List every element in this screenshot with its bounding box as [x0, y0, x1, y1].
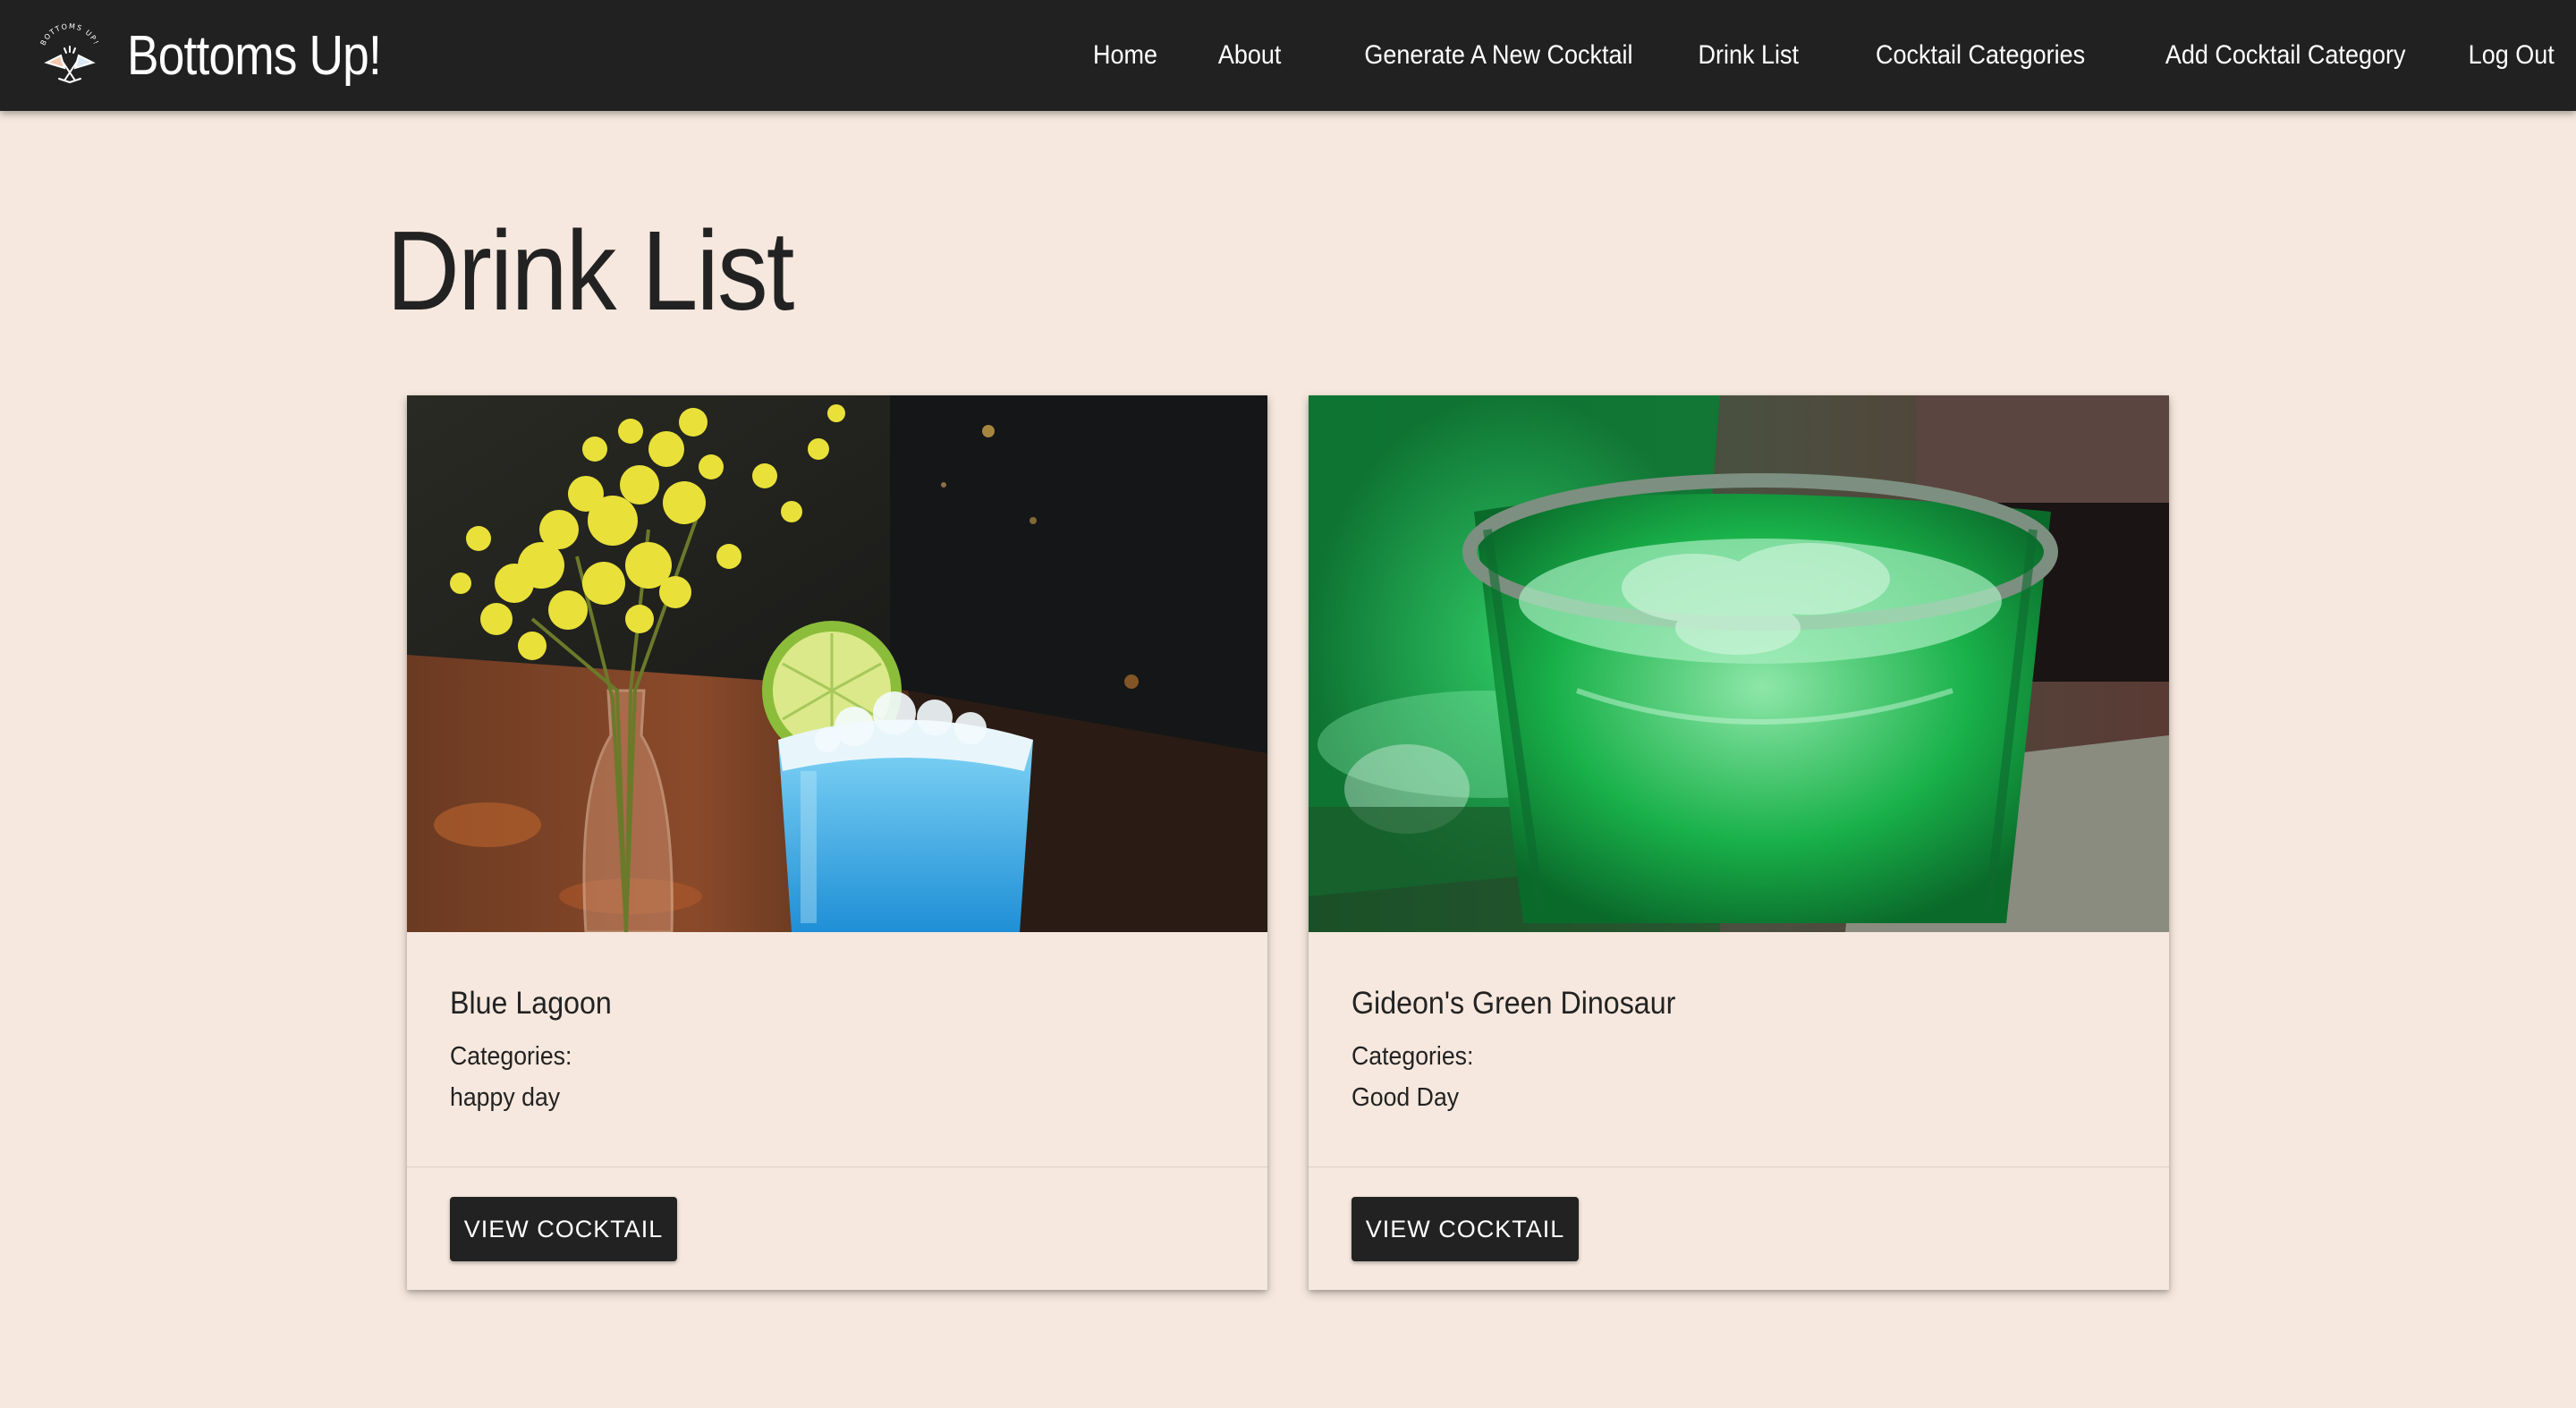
nav-log-out[interactable]: Log Out	[2469, 40, 2555, 71]
brand[interactable]: BOTTOMS UP! Bottoms Up!	[30, 11, 422, 100]
nav-about[interactable]: About	[1218, 40, 1282, 71]
categories-label: Categories:	[450, 1042, 572, 1071]
cocktail-image	[1309, 395, 2169, 932]
view-cocktail-button[interactable]: VIEW COCKTAIL	[450, 1197, 677, 1261]
brand-title[interactable]: Bottoms Up!	[127, 24, 382, 88]
view-cocktail-button[interactable]: VIEW COCKTAIL	[1352, 1197, 1579, 1261]
nav-add-cocktail-category[interactable]: Add Cocktail Category	[2165, 40, 2406, 71]
card-divider	[1309, 1166, 2169, 1167]
card-content: Gideon's Green Dinosaur Categories: Good…	[1352, 986, 2126, 1118]
card-divider	[407, 1166, 1267, 1167]
cocktail-card: Blue Lagoon Categories: happy day VIEW C…	[407, 395, 1267, 1290]
page-title: Drink List	[386, 208, 794, 334]
category-item: happy day	[450, 1083, 561, 1112]
svg-text:BOTTOMS UP!: BOTTOMS UP!	[39, 22, 101, 47]
nav-generate-cocktail[interactable]: Generate A New Cocktail	[1364, 40, 1632, 71]
categories-label: Categories:	[1352, 1042, 1474, 1071]
logo-icon: BOTTOMS UP!	[39, 22, 101, 83]
nav-cocktail-categories[interactable]: Cocktail Categories	[1876, 40, 2085, 71]
cocktail-card: Gideon's Green Dinosaur Categories: Good…	[1309, 395, 2169, 1290]
top-navbar: BOTTOMS UP! Bottoms Up! Home About Gener…	[0, 0, 2576, 111]
nav-links: Home About Generate A New Cocktail Drink…	[1032, 0, 2555, 111]
category-item: Good Day	[1352, 1083, 1460, 1112]
cocktail-name: Gideon's Green Dinosaur	[1352, 986, 1676, 1021]
nav-drink-list[interactable]: Drink List	[1698, 40, 1799, 71]
cocktail-name: Blue Lagoon	[450, 986, 612, 1021]
nav-home[interactable]: Home	[1093, 40, 1157, 71]
card-content: Blue Lagoon Categories: happy day	[450, 986, 1224, 1118]
cocktail-image	[407, 395, 1267, 932]
